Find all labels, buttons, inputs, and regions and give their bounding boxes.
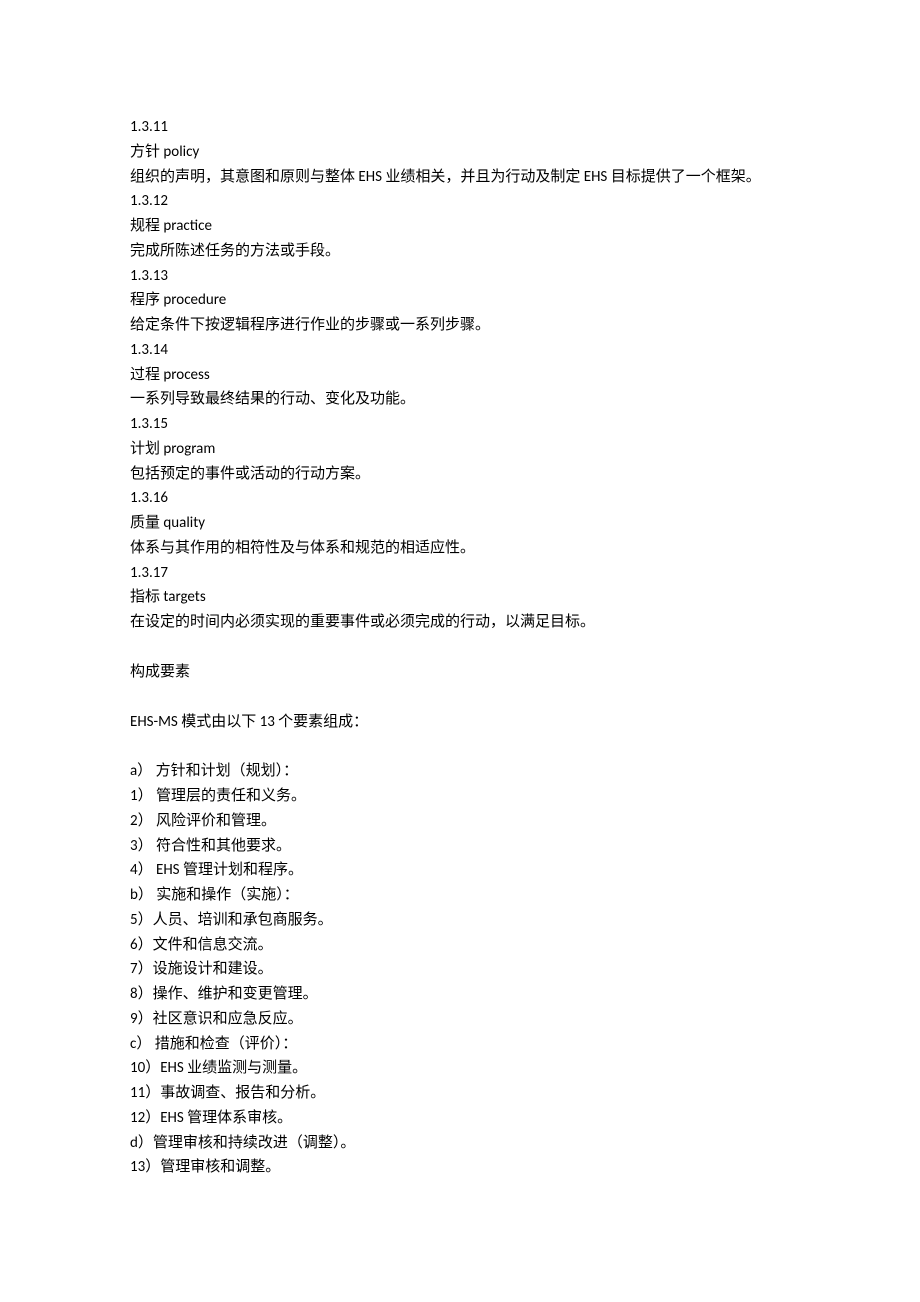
- definition-block: 1.3.12 规程 practice 完成所陈述任务的方法或手段。: [130, 189, 790, 263]
- definition-number: 1.3.14: [130, 338, 790, 363]
- definition-number: 1.3.15: [130, 412, 790, 437]
- definition-description: 包括预定的事件或活动的行动方案。: [130, 462, 790, 487]
- list-item: 6）文件和信息交流。: [130, 933, 790, 958]
- definition-block: 1.3.13 程序 procedure 给定条件下按逻辑程序进行作业的步骤或一系…: [130, 264, 790, 338]
- definition-term: 过程 process: [130, 363, 790, 388]
- document-body: 1.3.11 方针 policy 组织的声明，其意图和原则与整体 EHS 业绩相…: [130, 115, 790, 1180]
- list-item: 7）设施设计和建设。: [130, 957, 790, 982]
- definition-block: 1.3.17 指标 targets 在设定的时间内必须实现的重要事件或必须完成的…: [130, 561, 790, 635]
- list-item: a） 方针和计划（规划）：: [130, 759, 790, 784]
- definition-block: 1.3.16 质量 quality 体系与其作用的相符性及与体系和规范的相适应性…: [130, 486, 790, 560]
- list-item: 4） EHS 管理计划和程序。: [130, 858, 790, 883]
- definition-description: 在设定的时间内必须实现的重要事件或必须完成的行动，以满足目标。: [130, 610, 790, 635]
- elements-list: a） 方针和计划（规划）： 1） 管理层的责任和义务。 2） 风险评价和管理。 …: [130, 759, 790, 1180]
- list-item: 12）EHS 管理体系审核。: [130, 1106, 790, 1131]
- definition-term: 质量 quality: [130, 511, 790, 536]
- definition-term: 指标 targets: [130, 585, 790, 610]
- definition-description: 完成所陈述任务的方法或手段。: [130, 239, 790, 264]
- list-item: b） 实施和操作（实施）：: [130, 883, 790, 908]
- definition-term: 程序 procedure: [130, 288, 790, 313]
- definition-description: 组织的声明，其意图和原则与整体 EHS 业绩相关，并且为行动及制定 EHS 目标…: [130, 165, 790, 190]
- definition-description: 给定条件下按逻辑程序进行作业的步骤或一系列步骤。: [130, 313, 790, 338]
- elements-heading: 构成要素: [130, 660, 790, 685]
- list-item: 2） 风险评价和管理。: [130, 809, 790, 834]
- list-item: 8）操作、维护和变更管理。: [130, 982, 790, 1007]
- list-item: 10）EHS 业绩监测与测量。: [130, 1056, 790, 1081]
- definition-number: 1.3.17: [130, 561, 790, 586]
- definition-number: 1.3.13: [130, 264, 790, 289]
- definition-description: 体系与其作用的相符性及与体系和规范的相适应性。: [130, 536, 790, 561]
- definition-term: 计划 program: [130, 437, 790, 462]
- definition-term: 方针 policy: [130, 140, 790, 165]
- definition-description: 一系列导致最终结果的行动、变化及功能。: [130, 387, 790, 412]
- definition-block: 1.3.11 方针 policy 组织的声明，其意图和原则与整体 EHS 业绩相…: [130, 115, 790, 189]
- spacer: [130, 685, 790, 710]
- list-item: 11）事故调查、报告和分析。: [130, 1081, 790, 1106]
- list-item: d）管理审核和持续改进（调整）。: [130, 1131, 790, 1156]
- spacer: [130, 734, 790, 759]
- list-item: 5）人员、培训和承包商服务。: [130, 908, 790, 933]
- list-item: c） 措施和检查（评价）：: [130, 1032, 790, 1057]
- definition-block: 1.3.15 计划 program 包括预定的事件或活动的行动方案。: [130, 412, 790, 486]
- definition-number: 1.3.11: [130, 115, 790, 140]
- spacer: [130, 635, 790, 660]
- list-item: 13）管理审核和调整。: [130, 1155, 790, 1180]
- definition-block: 1.3.14 过程 process 一系列导致最终结果的行动、变化及功能。: [130, 338, 790, 412]
- elements-intro: EHS-MS 模式由以下 13 个要素组成：: [130, 710, 790, 735]
- definition-term: 规程 practice: [130, 214, 790, 239]
- list-item: 3） 符合性和其他要求。: [130, 834, 790, 859]
- definition-number: 1.3.16: [130, 486, 790, 511]
- list-item: 9）社区意识和应急反应。: [130, 1007, 790, 1032]
- definition-number: 1.3.12: [130, 189, 790, 214]
- list-item: 1） 管理层的责任和义务。: [130, 784, 790, 809]
